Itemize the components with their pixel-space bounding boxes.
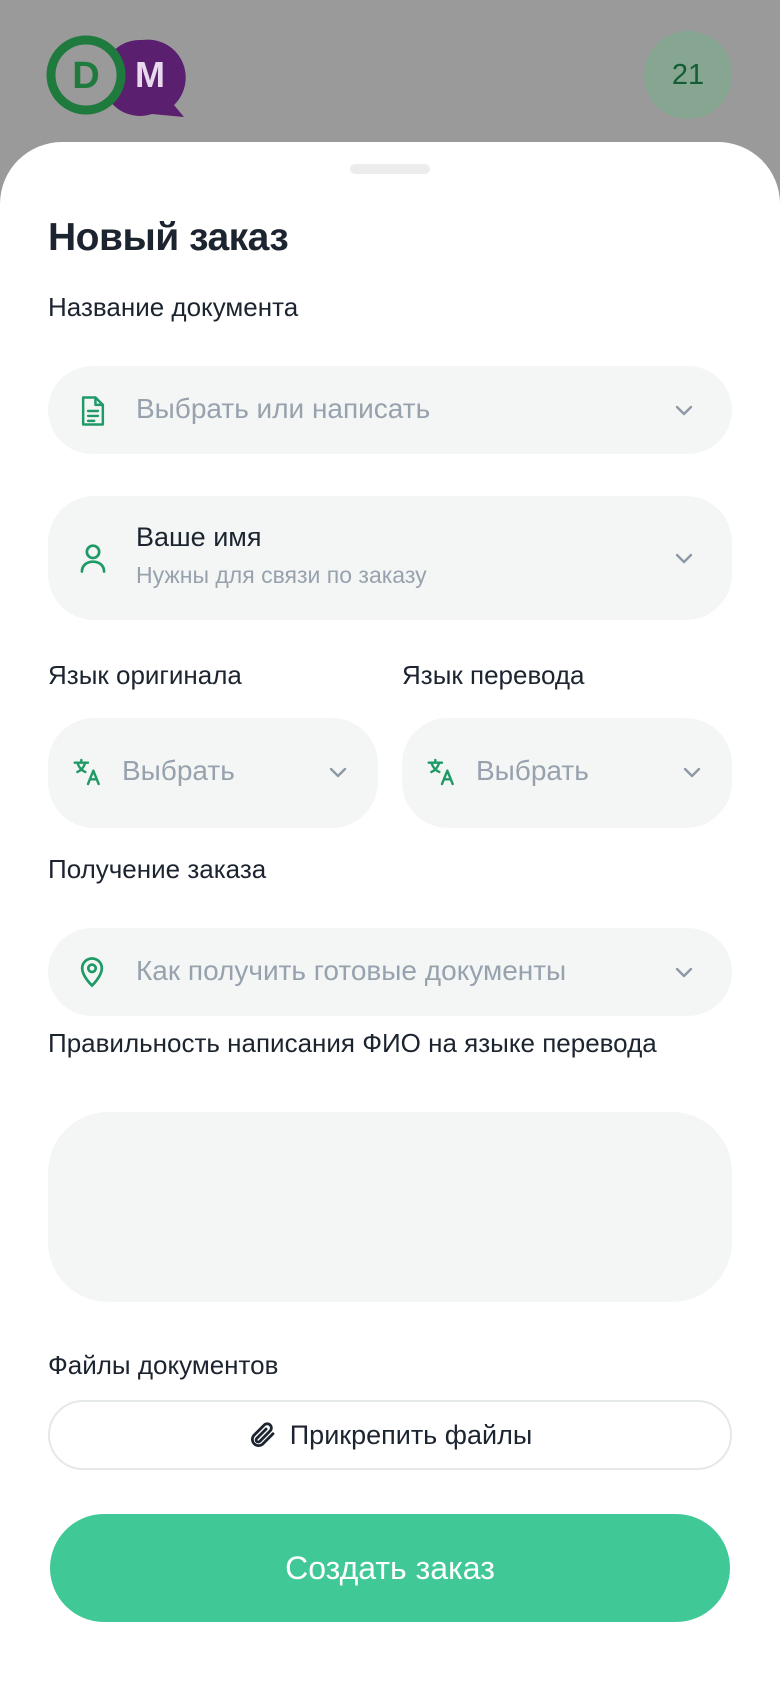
logo-letter-d: D bbox=[72, 55, 99, 97]
chevron-down-icon bbox=[683, 767, 701, 778]
document-icon bbox=[78, 395, 108, 427]
chevron-down-icon bbox=[329, 767, 347, 778]
attach-files-button[interactable]: Прикрепить файлы bbox=[48, 1400, 732, 1470]
new-order-sheet: Новый заказ Название документа Выбрать и… bbox=[0, 142, 780, 1688]
document-name-placeholder: Выбрать или написать bbox=[136, 393, 431, 424]
target-language-label: Язык перевода bbox=[402, 660, 585, 690]
chevron-down-icon bbox=[675, 553, 693, 564]
app-header: M D 21 bbox=[0, 0, 780, 160]
name-value: Ваше имя bbox=[136, 522, 262, 552]
paperclip-icon bbox=[248, 1420, 278, 1450]
files-label: Файлы документов bbox=[48, 1350, 279, 1380]
attach-files-label: Прикрепить файлы bbox=[289, 1419, 533, 1450]
target-language-placeholder: Выбрать bbox=[476, 755, 589, 786]
notification-badge[interactable]: 21 bbox=[644, 31, 732, 119]
translate-icon bbox=[72, 756, 104, 788]
chevron-down-icon bbox=[675, 405, 693, 416]
create-order-label: Создать заказ bbox=[285, 1549, 495, 1586]
notification-count: 21 bbox=[671, 58, 705, 91]
fio-spelling-textarea[interactable] bbox=[48, 1112, 732, 1302]
document-name-label: Название документа bbox=[48, 292, 299, 322]
create-order-button[interactable]: Создать заказ bbox=[50, 1514, 730, 1622]
user-icon bbox=[78, 542, 108, 574]
name-hint: Нужны для связи по заказу bbox=[136, 562, 427, 588]
name-field[interactable]: Ваше имя Нужны для связи по заказу bbox=[48, 496, 732, 620]
source-language-placeholder: Выбрать bbox=[122, 755, 235, 786]
location-pin-icon bbox=[78, 956, 106, 988]
dm-logo: M D bbox=[46, 35, 186, 117]
delivery-placeholder: Как получить готовые документы bbox=[136, 955, 567, 986]
chevron-down-icon bbox=[675, 967, 693, 978]
source-language-label: Язык оригинала bbox=[48, 660, 242, 690]
source-language-select[interactable]: Выбрать bbox=[48, 718, 378, 828]
logo-letter-m: M bbox=[135, 54, 165, 95]
delivery-label: Получение заказа bbox=[48, 854, 267, 884]
document-name-select[interactable]: Выбрать или написать bbox=[48, 366, 732, 454]
fio-spelling-label: Правильность написания ФИО на языке пере… bbox=[48, 1028, 657, 1058]
translate-icon bbox=[426, 756, 458, 788]
sheet-grabber[interactable] bbox=[350, 164, 430, 174]
delivery-select[interactable]: Как получить готовые документы bbox=[48, 928, 732, 1016]
sheet-title: Новый заказ bbox=[48, 216, 289, 259]
target-language-select[interactable]: Выбрать bbox=[402, 718, 732, 828]
